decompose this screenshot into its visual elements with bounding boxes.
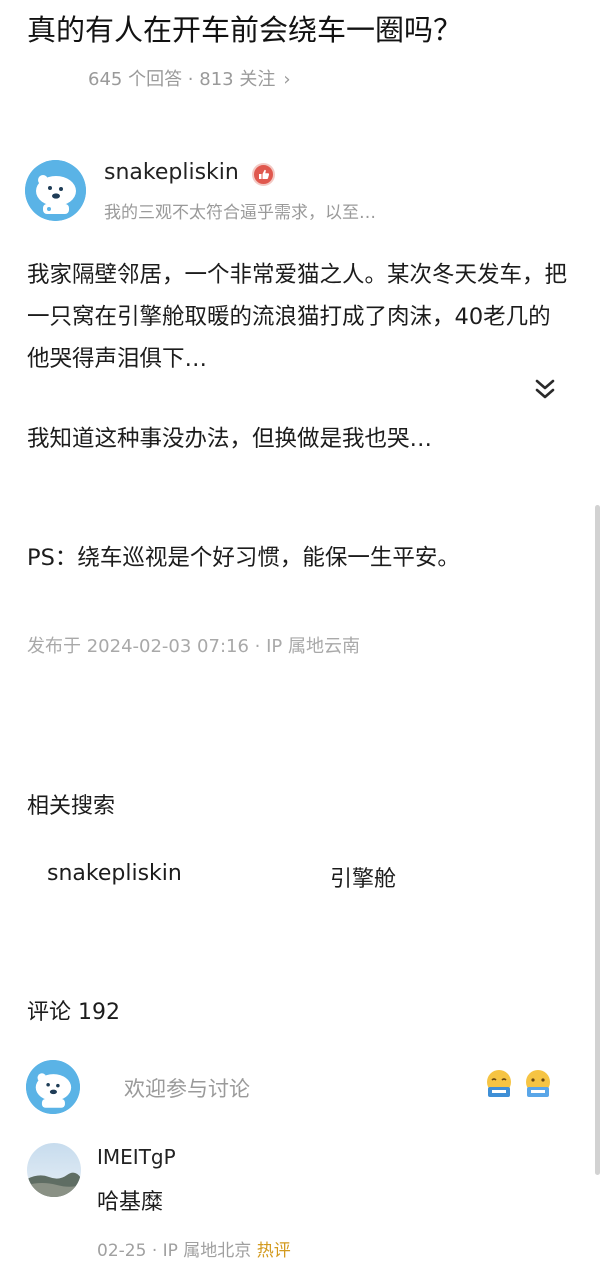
author-bio: 我的三观不太符合逼乎需求，以至…: [104, 203, 376, 223]
publish-info: 发布于 2024-02-03 07:16 · IP 属地云南: [27, 636, 360, 657]
question-stats: 645 个回答 · 813 关注: [88, 69, 276, 90]
related-search-title: 相关搜索: [27, 794, 116, 819]
answer-paragraph-3: PS：绕车巡视是个好习惯，能保一生平安。: [27, 545, 460, 571]
answer-paragraph-2: 我知道这种事没办法，但换做是我也哭…: [27, 426, 433, 452]
comment-input[interactable]: 欢迎参与讨论: [124, 1073, 250, 1103]
comment-date: 02-25: [97, 1241, 147, 1261]
commenter-name[interactable]: IMEITgP: [97, 1145, 176, 1169]
question-title[interactable]: 真的有人在开车前会绕车一圈吗？: [27, 10, 462, 50]
author-avatar[interactable]: [25, 160, 86, 221]
thanks-emoji-icon[interactable]: [483, 1068, 515, 1100]
landscape-avatar-icon: [27, 1143, 81, 1197]
comment-ip: IP 属地北京: [162, 1241, 252, 1261]
comment-text: 哈基糜: [97, 1190, 164, 1215]
chevron-right-icon: ›: [283, 69, 291, 90]
thumb-icon: [259, 169, 270, 179]
commenter-avatar[interactable]: [27, 1143, 81, 1197]
separator: ·: [151, 1241, 163, 1261]
question-meta[interactable]: 645 个回答 · 813 关注 ›: [88, 65, 291, 91]
hot-comment-tag: 热评: [256, 1241, 291, 1261]
scrollbar[interactable]: [595, 505, 600, 1175]
thumb-up-badge-icon: [252, 163, 275, 186]
related-search-item[interactable]: snakepliskin: [47, 861, 182, 886]
author-name[interactable]: snakepliskin: [104, 160, 239, 185]
bear-avatar-icon: [25, 160, 86, 221]
my-avatar: [26, 1060, 80, 1114]
double-chevron-down-icon[interactable]: [532, 374, 558, 404]
comments-title: 评论 192: [27, 1000, 120, 1025]
comment-meta: 02-25 · IP 属地北京 热评: [97, 1236, 291, 1261]
bear-avatar-icon: [26, 1060, 80, 1114]
related-search-item[interactable]: 引擎舱: [330, 861, 396, 893]
answer-paragraph-1: 我家隔壁邻居，一个非常爱猫之人。某次冬天发车，把一只窝在引擎舱取暖的流浪猫打成了…: [27, 262, 568, 372]
praise-emoji-icon[interactable]: [522, 1068, 554, 1100]
